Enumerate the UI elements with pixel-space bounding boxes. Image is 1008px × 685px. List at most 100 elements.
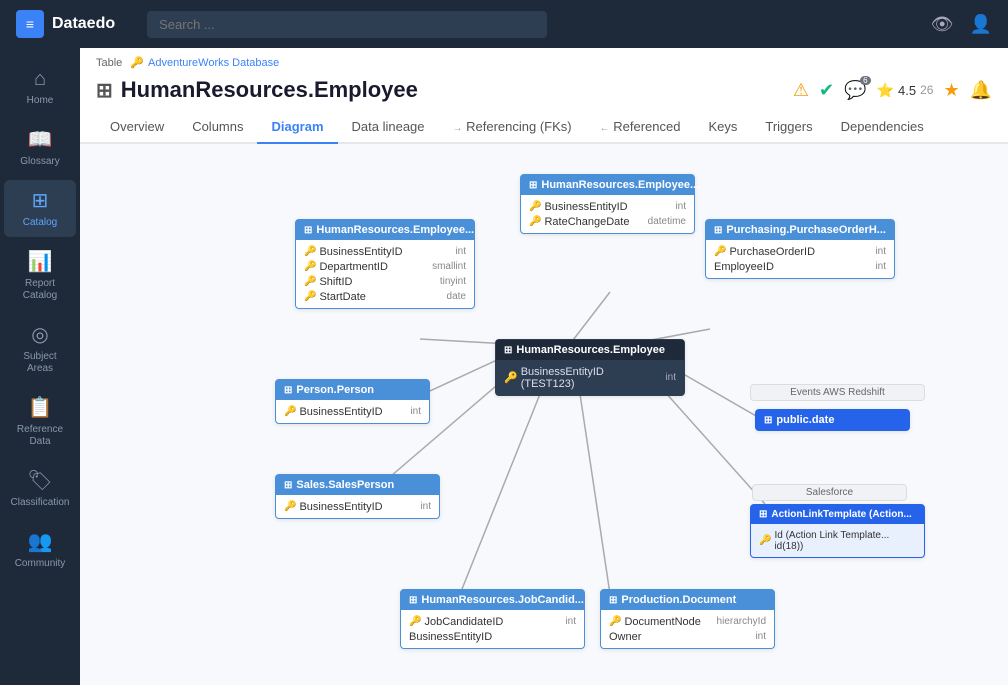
sidebar-item-glossary[interactable]: 📖 Glossary: [4, 119, 76, 176]
erd-card-employee-dept-header: ⊞ HumanResources.Employee...: [296, 220, 474, 240]
sidebar-item-report-catalog-label: Report Catalog: [10, 278, 70, 302]
erd-card-job-candidate-title: HumanResources.JobCandid...: [421, 594, 584, 606]
tabs-bar: Overview Columns Diagram Data lineage → …: [80, 111, 1008, 144]
erd-card-person[interactable]: ⊞ Person.Person 🔑BusinessEntityID int: [275, 379, 430, 424]
sidebar-item-home[interactable]: ⌂ Home: [4, 60, 76, 115]
eye-icon[interactable]: 👁: [931, 14, 954, 35]
erd-card-action-link-body: 🔑Id (Action Link Template... id(18)): [751, 524, 924, 557]
erd-card-sales-person-header: ⊞ Sales.SalesPerson: [276, 475, 439, 495]
erd-card-employee-dept-body: 🔑BusinessEntityID int 🔑DepartmentID smal…: [296, 240, 474, 308]
community-icon: 👥: [28, 529, 53, 554]
search-input[interactable]: [147, 11, 547, 38]
erd-card-job-candidate[interactable]: ⊞ HumanResources.JobCandid... 🔑JobCandid…: [400, 589, 585, 649]
erd-field: 🔑BusinessEntityID int: [304, 244, 466, 259]
erd-card-purchase-order-title: Purchasing.PurchaseOrderH...: [726, 224, 886, 236]
sidebar-item-classification-label: Classification: [11, 497, 70, 509]
erd-field: 🔑DocumentNode hierarchyId: [609, 614, 766, 629]
erd-card-production-doc[interactable]: ⊞ Production.Document 🔑DocumentNode hier…: [600, 589, 775, 649]
erd-field: 🔑ShiftID tinyint: [304, 274, 466, 289]
comment-icon[interactable]: 💬6: [844, 80, 866, 101]
top-navigation: ≡ Dataedo 👁 👤: [0, 0, 1008, 48]
cloud-badge-salesforce: Salesforce: [752, 484, 907, 501]
breadcrumb-parent-link[interactable]: AdventureWorks Database: [148, 57, 279, 69]
sidebar-item-reference-data-label: Reference Data: [10, 424, 70, 448]
erd-card-sales-person-body: 🔑BusinessEntityID int: [276, 495, 439, 518]
erd-card-person-title: Person.Person: [296, 384, 374, 396]
sidebar-item-community-label: Community: [15, 558, 66, 570]
page-header: ⊞ HumanResources.Employee ⚠ ✔ 💬6 ⭐ 4.5 2…: [80, 73, 1008, 111]
catalog-icon: ⊞: [32, 188, 49, 213]
erd-card-employee-dept-title: HumanResources.Employee...: [316, 224, 474, 236]
erd-card-purchase-order[interactable]: ⊞ Purchasing.PurchaseOrderH... 🔑Purchase…: [705, 219, 895, 279]
tab-data-lineage[interactable]: Data lineage: [338, 111, 439, 144]
tab-keys[interactable]: Keys: [694, 111, 751, 144]
erd-card-person-body: 🔑BusinessEntityID int: [276, 400, 429, 423]
breadcrumb-parent-label: AdventureWorks Database: [148, 57, 279, 69]
erd-field: 🔑DepartmentID smallint: [304, 259, 466, 274]
tab-diagram[interactable]: Diagram: [257, 111, 337, 144]
tab-columns[interactable]: Columns: [178, 111, 257, 144]
erd-card-central[interactable]: ⊞ HumanResources.Employee 🔑BusinessEntit…: [495, 339, 685, 396]
erd-card-sales-person-title: Sales.SalesPerson: [296, 479, 394, 491]
erd-card-purchase-order-header: ⊞ Purchasing.PurchaseOrderH...: [706, 220, 894, 240]
tab-referencing-fks[interactable]: → Referencing (FKs): [439, 111, 586, 144]
erd-field: 🔑BusinessEntityID (TEST123) int: [504, 364, 676, 391]
reference-data-icon: 📋: [28, 395, 53, 420]
nav-icons: 👁 👤: [931, 14, 992, 35]
erd-field: 🔑JobCandidateID int: [409, 614, 576, 629]
erd-card-central-header: ⊞ HumanResources.Employee: [496, 340, 684, 360]
table-icon: ⊞: [96, 78, 113, 103]
subject-areas-icon: ◎: [31, 322, 48, 347]
erd-field: 🔑PurchaseOrderID int: [714, 244, 886, 259]
erd-field: 🔑RateChangeDate datetime: [529, 214, 686, 229]
sidebar-item-classification[interactable]: 🏷 Classification: [4, 460, 76, 517]
erd-card-public-date[interactable]: ⊞ public.date: [755, 409, 910, 431]
erd-card-person-header: ⊞ Person.Person: [276, 380, 429, 400]
sidebar-item-glossary-label: Glossary: [20, 156, 59, 168]
check-icon[interactable]: ✔: [819, 80, 834, 101]
erd-field: EmployeeID int: [714, 259, 886, 274]
erd-card-employee-pay-body: 🔑BusinessEntityID int 🔑RateChangeDate da…: [521, 195, 694, 233]
erd-card-employee-pay-header: ⊞ HumanResources.Employee...: [521, 175, 694, 195]
erd-card-sales-person[interactable]: ⊞ Sales.SalesPerson 🔑BusinessEntityID in…: [275, 474, 440, 519]
tab-overview[interactable]: Overview: [96, 111, 178, 144]
glossary-icon: 📖: [28, 127, 53, 152]
star-rating[interactable]: ⭐ 4.5 26: [877, 82, 934, 99]
cloud-badge-salesforce-label: Salesforce: [806, 487, 853, 498]
erd-card-job-candidate-body: 🔑JobCandidateID int BusinessEntityID: [401, 610, 584, 648]
erd-card-action-link[interactable]: ⊞ ActionLinkTemplate (Action... 🔑Id (Act…: [750, 504, 925, 558]
sidebar-item-catalog[interactable]: ⊞ Catalog: [4, 180, 76, 237]
tab-referenced[interactable]: ← Referenced: [586, 111, 695, 144]
erd-card-employee-pay[interactable]: ⊞ HumanResources.Employee... 🔑BusinessEn…: [520, 174, 695, 234]
erd-field: BusinessEntityID: [409, 629, 576, 644]
sidebar: ⌂ Home 📖 Glossary ⊞ Catalog 📊 Report Cat…: [0, 48, 80, 685]
erd-card-job-candidate-header: ⊞ HumanResources.JobCandid...: [401, 590, 584, 610]
sidebar-item-reference-data[interactable]: 📋 Reference Data: [4, 387, 76, 456]
erd-field: Owner int: [609, 629, 766, 644]
erd-card-public-date-title: public.date: [776, 414, 834, 426]
cloud-badge-aws: Events AWS Redshift: [750, 384, 925, 401]
classification-icon: 🏷: [27, 468, 52, 493]
bell-icon[interactable]: 🔔: [970, 80, 992, 101]
sidebar-item-report-catalog[interactable]: 📊 Report Catalog: [4, 241, 76, 310]
rating-value: 4.5: [898, 83, 916, 98]
erd-card-central-body: 🔑BusinessEntityID (TEST123) int: [496, 360, 684, 395]
main-layout: ⌂ Home 📖 Glossary ⊞ Catalog 📊 Report Cat…: [0, 48, 1008, 685]
erd-field: 🔑Id (Action Link Template... id(18)): [759, 528, 916, 553]
erd-card-employee-pay-title: HumanResources.Employee...: [541, 179, 699, 191]
content-area: Table 🔑 AdventureWorks Database ⊞ HumanR…: [80, 48, 1008, 685]
sidebar-item-subject-areas[interactable]: ◎ Subject Areas: [4, 314, 76, 383]
tab-triggers[interactable]: Triggers: [751, 111, 826, 144]
app-logo[interactable]: ≡ Dataedo: [16, 10, 115, 38]
erd-field: 🔑BusinessEntityID int: [529, 199, 686, 214]
sidebar-item-community[interactable]: 👥 Community: [4, 521, 76, 578]
tab-dependencies[interactable]: Dependencies: [827, 111, 938, 144]
erd-card-purchase-order-body: 🔑PurchaseOrderID int EmployeeID int: [706, 240, 894, 278]
sidebar-item-catalog-label: Catalog: [23, 217, 57, 229]
erd-card-employee-dept[interactable]: ⊞ HumanResources.Employee... 🔑BusinessEn…: [295, 219, 475, 309]
warning-icon[interactable]: ⚠: [793, 80, 809, 101]
logo-icon: ≡: [16, 10, 44, 38]
erd-card-production-doc-title: Production.Document: [621, 594, 736, 606]
user-icon[interactable]: 👤: [970, 14, 992, 35]
bookmark-icon[interactable]: ★: [943, 80, 959, 101]
